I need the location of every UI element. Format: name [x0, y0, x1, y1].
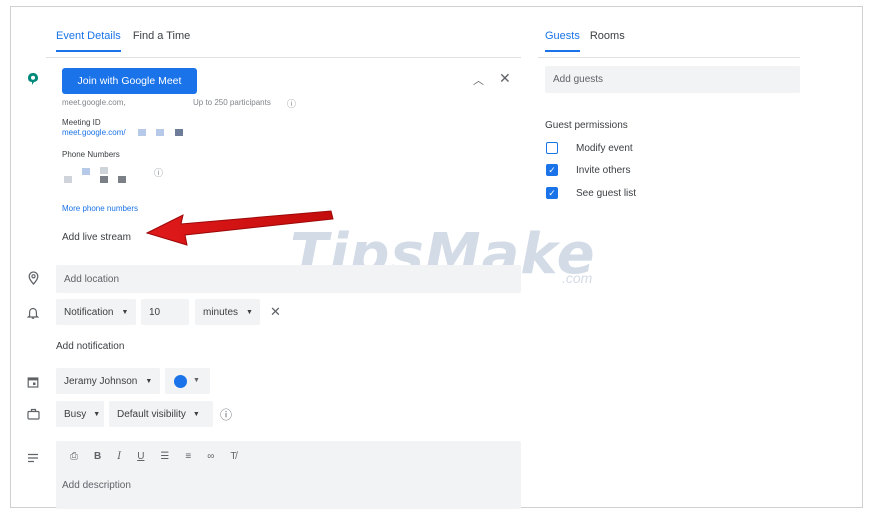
left-tabs: Event Details Find a Time	[56, 30, 190, 52]
notification-unit-select[interactable]: minutes ▼	[195, 299, 260, 325]
meet-url: meet.google.com,	[62, 98, 126, 107]
notes-icon	[24, 449, 42, 467]
modify-event-label: Modify event	[576, 143, 633, 154]
redacted-id	[175, 129, 183, 136]
bold-icon[interactable]: B	[94, 451, 101, 462]
see-guest-list-label: See guest list	[576, 188, 637, 199]
redacted-phone	[100, 176, 108, 183]
notification-type-select[interactable]: Notification ▼	[56, 299, 136, 325]
close-icon[interactable]: ✕	[499, 70, 511, 87]
dropdown-icon: ▼	[121, 308, 129, 316]
redacted-phone	[82, 168, 90, 175]
dropdown-icon: ▼	[192, 410, 200, 418]
redacted-phone	[100, 167, 108, 174]
dropdown-icon: ▼	[145, 377, 153, 385]
link-icon[interactable]: ∞	[207, 451, 214, 462]
remove-formatting-icon[interactable]: T̸	[230, 451, 236, 462]
notification-amount-input[interactable]: 10	[141, 299, 189, 325]
help-icon[interactable]: ⓘ	[154, 166, 163, 179]
briefcase-icon	[24, 405, 42, 423]
calendar-owner-value: Jeramy Johnson	[64, 375, 138, 387]
italic-icon[interactable]: I	[117, 451, 121, 462]
numbered-list-icon[interactable]: ☰	[160, 451, 169, 462]
bell-icon	[24, 304, 42, 322]
tab-rooms[interactable]: Rooms	[590, 30, 625, 52]
calendar-owner-select[interactable]: Jeramy Johnson ▼	[56, 368, 160, 394]
right-tabs-divider	[538, 57, 800, 58]
add-live-stream-link[interactable]: Add live stream	[62, 232, 131, 243]
dropdown-icon: ▼	[93, 410, 101, 418]
see-guest-list-checkbox[interactable]: ✓	[546, 187, 558, 199]
invite-others-checkbox[interactable]: ✓	[546, 164, 558, 176]
help-icon[interactable]: ⓘ	[220, 406, 232, 423]
underline-icon[interactable]: U	[137, 451, 144, 462]
meeting-id-link[interactable]: meet.google.com/	[62, 128, 126, 137]
phone-numbers-label: Phone Numbers	[62, 150, 120, 159]
invite-others-label: Invite others	[576, 165, 631, 176]
participants-limit: Up to 250 participants	[193, 98, 271, 107]
chevron-up-icon[interactable]: ︿	[473, 72, 484, 88]
tab-guests[interactable]: Guests	[545, 30, 580, 52]
right-tabs: Guests Rooms	[545, 30, 625, 52]
calendar-icon	[24, 373, 42, 391]
guest-permissions-title: Guest permissions	[545, 120, 628, 131]
event-color-dot	[174, 375, 187, 388]
bulleted-list-icon[interactable]: ≡	[185, 451, 191, 462]
visibility-select[interactable]: Default visibility ▼	[109, 401, 213, 427]
modify-event-checkbox[interactable]	[546, 142, 558, 154]
add-notification-link[interactable]: Add notification	[56, 341, 124, 352]
add-guests-input[interactable]: Add guests	[545, 66, 800, 93]
redacted-id	[138, 129, 146, 136]
redacted-phone	[118, 176, 126, 183]
dropdown-icon: ▼	[193, 377, 200, 384]
availability-select[interactable]: Busy ▼	[56, 401, 104, 427]
tabs-divider	[46, 57, 521, 58]
description-placeholder: Add description	[62, 480, 131, 491]
google-meet-icon	[24, 70, 42, 88]
dropdown-icon: ▼	[246, 308, 253, 316]
notification-unit-value: minutes	[203, 306, 239, 318]
more-phone-numbers-link[interactable]: More phone numbers	[62, 204, 138, 213]
visibility-value: Default visibility	[117, 408, 186, 420]
location-input[interactable]: Add location	[56, 265, 521, 293]
attachment-icon[interactable]: ⎙	[70, 451, 78, 462]
availability-value: Busy	[64, 408, 87, 420]
meeting-id-label: Meeting ID	[62, 118, 101, 127]
notification-type-value: Notification	[64, 306, 114, 318]
tab-find-a-time[interactable]: Find a Time	[133, 30, 190, 52]
event-color-select[interactable]	[165, 368, 210, 394]
redacted-phone	[64, 176, 72, 183]
watermark-suffix: .com	[562, 270, 593, 286]
remove-notification-icon[interactable]: ✕	[270, 304, 281, 320]
redacted-id	[156, 129, 164, 136]
formatting-toolbar: ⎙ B I U ☰ ≡ ∞ T̸	[70, 451, 236, 462]
location-pin-icon	[24, 269, 42, 287]
help-icon[interactable]: ⓘ	[287, 97, 296, 110]
join-google-meet-button[interactable]: Join with Google Meet	[62, 68, 197, 94]
tab-event-details[interactable]: Event Details	[56, 30, 121, 52]
